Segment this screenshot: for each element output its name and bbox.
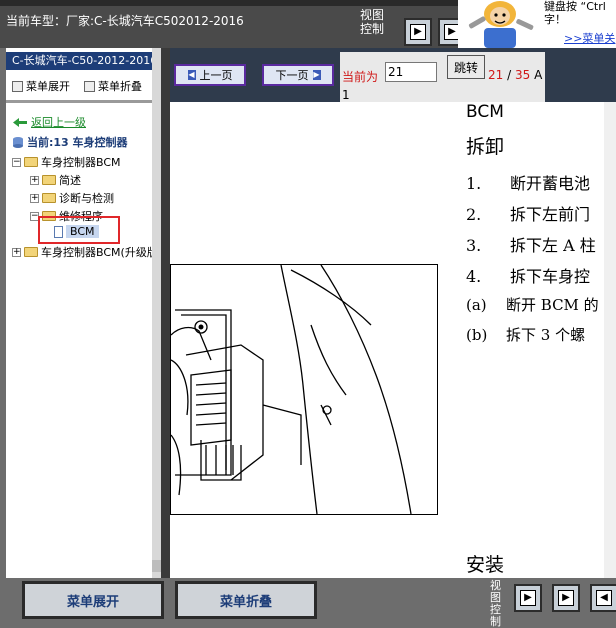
- arrow-left-icon: ◀: [187, 70, 196, 80]
- view-fit-button[interactable]: ▶: [552, 584, 580, 612]
- sidebar-panel: C-长城汽车-C50-2012-2016 菜单展开 菜单折叠 返回上一级 当前:…: [6, 48, 161, 578]
- keyboard-tip-popup: 键盘按 “Ctrl 字！ >>菜单关: [458, 0, 616, 48]
- tree-item[interactable]: + 诊断与检测: [30, 190, 114, 206]
- step-item: 1. 断开蓄电池: [466, 170, 590, 194]
- panel-splitter[interactable]: [161, 48, 170, 578]
- current-page-label: 当前为: [342, 70, 379, 84]
- step-number: 1.: [466, 174, 482, 193]
- top-strip: [0, 0, 460, 6]
- tree-item[interactable]: + 简述: [30, 172, 81, 188]
- view-prev-button[interactable]: ◀: [590, 584, 616, 612]
- step-text: 拆下左 A 柱: [510, 236, 596, 255]
- page-navigator: 当前为 跳转 21 / 35 A 1: [340, 52, 545, 102]
- expand-icon: [12, 80, 23, 92]
- substep-text: 断开 BCM 的: [506, 296, 599, 314]
- step-number: 2.: [466, 205, 482, 224]
- scroll-down-arrow[interactable]: [152, 560, 161, 572]
- folder-icon: [42, 175, 56, 185]
- tip-text: 键盘按 “Ctrl 字！: [544, 0, 616, 26]
- back-link[interactable]: 返回上一级: [12, 114, 86, 130]
- step-text: 拆下车身控: [510, 267, 591, 286]
- sidebar-collapse-button[interactable]: 菜单折叠: [84, 78, 142, 94]
- current-node: 当前:13 车身控制器: [12, 134, 128, 150]
- step-item: 2. 拆下左前门: [466, 201, 590, 225]
- back-link-label: 返回上一级: [31, 116, 86, 129]
- tree-item-label: 车身控制器BCM(升级版: [41, 246, 158, 259]
- bcm-diagram-image: [170, 264, 412, 515]
- section-heading: 安装: [466, 554, 505, 576]
- page-extra: 1: [342, 88, 350, 102]
- substep-item: (a) 断开 BCM 的: [466, 294, 599, 315]
- prev-page-label: 上一页: [199, 69, 233, 82]
- sidebar-expand-label: 菜单展开: [26, 80, 70, 93]
- tree-item[interactable]: − 车身控制器BCM: [12, 154, 121, 170]
- document-scrollbar[interactable]: [604, 102, 616, 578]
- back-arrow-icon: [13, 117, 27, 127]
- folder-icon: [42, 193, 56, 203]
- tree-toggle[interactable]: +: [30, 175, 39, 185]
- bottom-bar: 菜单展开 菜单折叠 视图控制 ▶ ▶ ◀: [0, 578, 616, 628]
- tip-line-2: 字！: [544, 13, 566, 26]
- document-title: BCM: [466, 102, 504, 122]
- arrow-right-icon: ▶: [520, 590, 536, 606]
- page-current: 21: [488, 68, 504, 82]
- view-control-label: 视图控制: [360, 8, 385, 36]
- tree-toggle[interactable]: −: [12, 157, 21, 167]
- tree-toggle[interactable]: +: [30, 193, 39, 203]
- page-number-input[interactable]: [385, 62, 437, 82]
- substep-number: (a): [466, 296, 487, 314]
- next-page-button[interactable]: 下一页 ▶: [262, 64, 334, 86]
- tree-item-label: 车身控制器BCM: [41, 156, 121, 169]
- document-view: BCM 拆卸 1. 断开蓄电池 2. 拆下左前门 3. 拆下左 A 柱 4. 拆下车身控…: [170, 102, 616, 578]
- next-page-label: 下一页: [275, 69, 309, 82]
- substep-item: (b) 拆下 3 个螺: [466, 324, 585, 345]
- sidebar-collapse-label: 菜单折叠: [98, 80, 142, 93]
- database-icon: [13, 137, 23, 148]
- collapse-icon: [84, 80, 95, 92]
- arrow-right-icon: ▶: [312, 70, 321, 80]
- bottom-collapse-button[interactable]: 菜单折叠: [175, 581, 317, 619]
- bottom-expand-button[interactable]: 菜单展开: [22, 581, 164, 619]
- sidebar-scrollbar[interactable]: [152, 48, 161, 578]
- arrow-right-icon: ▶: [410, 24, 426, 40]
- step-text: 拆下左前门: [510, 205, 591, 224]
- step-number: 4.: [466, 267, 482, 286]
- step-item: 4. 拆下车身控: [466, 263, 590, 287]
- prev-page-button[interactable]: ◀ 上一页: [174, 64, 246, 86]
- mechanic-mascot-icon: [468, 1, 534, 48]
- jump-button[interactable]: 跳转: [447, 55, 485, 79]
- tree-item-label: 诊断与检测: [59, 192, 114, 205]
- fit-icon: ▶: [558, 590, 574, 606]
- step-number: 3.: [466, 236, 482, 255]
- substep-number: (b): [466, 326, 488, 344]
- page-total: 35: [514, 68, 531, 82]
- page-suffix: A: [534, 68, 543, 82]
- arrow-left-icon: ◀: [596, 590, 612, 606]
- folder-icon: [24, 157, 38, 167]
- tip-link[interactable]: >>菜单关: [564, 30, 615, 46]
- step-text: 断开蓄电池: [510, 174, 591, 193]
- sidebar-expand-button[interactable]: 菜单展开: [12, 78, 70, 94]
- view-first-page-button[interactable]: ▶: [514, 584, 542, 612]
- tree-toggle[interactable]: +: [12, 247, 21, 257]
- page-count: 21 / 35 A: [488, 68, 542, 82]
- sidebar-title: C-长城汽车-C50-2012-2016: [6, 52, 161, 70]
- substep-text: 拆下 3 个螺: [506, 326, 586, 344]
- sidebar-divider: [6, 100, 161, 103]
- current-node-label: 当前:13 车身控制器: [27, 136, 128, 149]
- folder-icon: [24, 247, 38, 257]
- tip-line-1: 键盘按 “Ctrl: [544, 0, 606, 13]
- view-control-label: 视图控制: [490, 579, 501, 628]
- step-item: 3. 拆下左 A 柱: [466, 232, 596, 256]
- selection-highlight-box: [38, 216, 120, 244]
- view-first-page-button[interactable]: ▶: [404, 18, 432, 46]
- section-heading: 拆卸: [466, 136, 505, 158]
- tree-item[interactable]: + 车身控制器BCM(升级版: [12, 244, 158, 260]
- tree-item-label: 简述: [59, 174, 81, 187]
- technical-illustration: [170, 264, 438, 515]
- page-separator: /: [507, 68, 512, 82]
- vehicle-label: 当前车型：厂家:C-长城汽车C502012-2016: [6, 14, 244, 28]
